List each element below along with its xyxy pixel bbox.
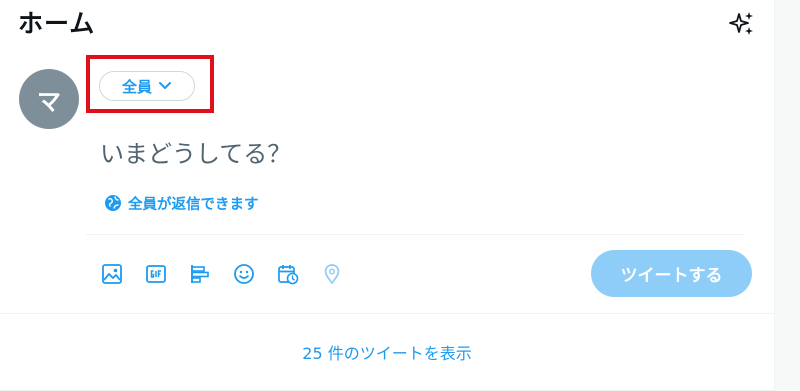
- avatar[interactable]: マ: [19, 69, 79, 129]
- divider: [86, 234, 744, 235]
- schedule-icon[interactable]: [272, 256, 304, 292]
- chevron-down-icon: [159, 82, 171, 89]
- avatar-initial: マ: [37, 87, 61, 116]
- poll-icon[interactable]: [184, 256, 216, 292]
- globe-icon: [105, 195, 121, 211]
- sparkle-icon[interactable]: [728, 10, 756, 38]
- reply-setting-label: 全員が返信できます: [128, 196, 259, 213]
- home-timeline-panel: ホーム マ 全員 全員が返信できます: [0, 0, 775, 391]
- page-title: ホーム: [18, 9, 96, 38]
- audience-selector[interactable]: 全員: [99, 71, 195, 101]
- location-icon[interactable]: [316, 256, 348, 292]
- image-icon[interactable]: [96, 256, 128, 292]
- compose-toolbar: [96, 256, 348, 292]
- audience-label: 全員: [121, 77, 152, 96]
- tweet-button[interactable]: ツイートする: [591, 250, 752, 297]
- reply-setting[interactable]: 全員が返信できます: [104, 191, 259, 215]
- tweet-compose-input[interactable]: [100, 134, 720, 174]
- gif-icon[interactable]: [140, 256, 172, 292]
- header: ホーム: [0, 0, 774, 48]
- emoji-icon[interactable]: [228, 256, 260, 292]
- show-new-tweets-link[interactable]: 25 件のツイートを表示: [0, 314, 774, 390]
